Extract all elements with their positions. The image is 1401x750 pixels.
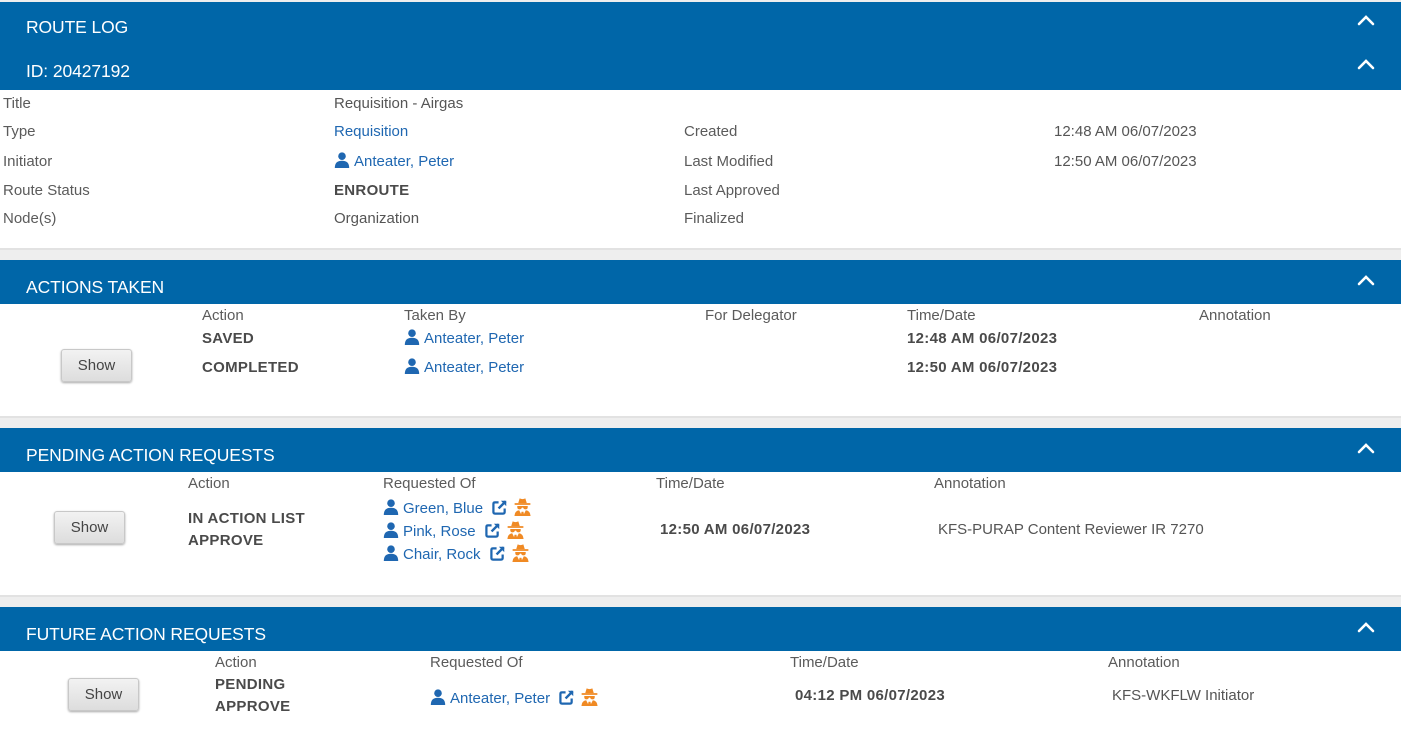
document-header: ID: 20427192: [0, 46, 1401, 90]
future-requests-panel: Show Action Requested Of Time/Date Annot…: [0, 651, 1401, 750]
taken-by-name: Anteater, Peter: [424, 330, 525, 347]
column-header: Action: [215, 654, 257, 671]
nodes-label: Node(s): [3, 210, 57, 227]
pending-requests-panel: Show Action Requested Of Time/Date Annot…: [0, 472, 1401, 597]
requested-of-link[interactable]: Pink, Rose: [403, 523, 476, 540]
column-header: Annotation: [934, 475, 1006, 492]
spy-icon[interactable]: [580, 687, 599, 706]
pending-show-button[interactable]: Show: [54, 511, 125, 544]
person-icon: [334, 152, 350, 168]
requested-of-item: Chair, Rock: [383, 543, 530, 563]
pending-annotation: KFS-PURAP Content Reviewer IR 7270: [938, 521, 1204, 538]
route-status-value: ENROUTE: [334, 182, 410, 199]
created-value: 12:48 AM 06/07/2023: [1054, 123, 1197, 140]
title-label: Title: [3, 95, 31, 112]
column-header: Action: [188, 475, 230, 492]
column-header: Time/Date: [790, 654, 859, 671]
pending-action-type: APPROVE: [188, 532, 264, 549]
chevron-up-icon[interactable]: [1357, 14, 1375, 26]
column-header: Taken By: [404, 307, 466, 324]
requested-of-item: Anteater, Peter: [430, 687, 599, 707]
route-log-title: ROUTE LOG: [26, 17, 129, 37]
spy-icon[interactable]: [511, 543, 530, 562]
initiator-label: Initiator: [3, 153, 53, 170]
title-value: Requisition - Airgas: [334, 95, 464, 112]
requested-of-link[interactable]: Anteater, Peter: [450, 690, 550, 707]
column-header: Time/Date: [907, 307, 976, 324]
future-action-status: PENDING: [215, 676, 286, 693]
column-header: Action: [202, 307, 244, 324]
pending-action-status: IN ACTION LIST: [188, 510, 305, 527]
external-link-icon[interactable]: [492, 500, 507, 515]
spy-icon[interactable]: [513, 497, 532, 516]
pending-requests-title: PENDING ACTION REQUESTS: [26, 445, 275, 465]
chevron-up-icon[interactable]: [1357, 274, 1375, 286]
nodes-value: Organization: [334, 210, 420, 227]
taken-by-link[interactable]: Anteater, Peter: [404, 358, 524, 376]
future-annotation: KFS-WKFLW Initiator: [1112, 687, 1255, 704]
person-icon: [383, 499, 399, 515]
column-header: Time/Date: [656, 475, 725, 492]
last-modified-value: 12:50 AM 06/07/2023: [1054, 153, 1197, 170]
external-link-icon[interactable]: [559, 690, 574, 705]
person-icon: [404, 329, 420, 345]
requested-of-item: Pink, Rose: [383, 520, 525, 540]
chevron-up-icon[interactable]: [1357, 58, 1375, 70]
future-requests-title: FUTURE ACTION REQUESTS: [26, 624, 266, 644]
pending-time: 12:50 AM 06/07/2023: [660, 521, 811, 538]
external-link-icon[interactable]: [490, 546, 505, 561]
actions-taken-header: ACTIONS TAKEN: [0, 260, 1401, 304]
table-row-time: 12:50 AM 06/07/2023: [907, 359, 1058, 376]
person-icon: [383, 522, 399, 538]
requested-of-link[interactable]: Green, Blue: [403, 500, 483, 517]
last-modified-label: Last Modified: [684, 153, 774, 170]
table-row-action: SAVED: [202, 330, 255, 347]
actions-taken-title: ACTIONS TAKEN: [26, 277, 165, 297]
last-approved-label: Last Approved: [684, 182, 780, 199]
type-label: Type: [3, 123, 36, 140]
pending-requests-header: PENDING ACTION REQUESTS: [0, 428, 1401, 472]
document-id-title: ID: 20427192: [26, 61, 130, 81]
actions-taken-panel: Show Action Taken By For Delegator Time/…: [0, 304, 1401, 418]
initiator-name: Anteater, Peter: [354, 153, 455, 170]
column-header: For Delegator: [705, 307, 797, 324]
type-link[interactable]: Requisition: [334, 123, 408, 140]
chevron-up-icon[interactable]: [1357, 442, 1375, 454]
column-header: Requested Of: [430, 654, 523, 671]
finalized-label: Finalized: [684, 210, 745, 227]
route-log-header: ROUTE LOG: [0, 2, 1401, 46]
column-header: Requested Of: [383, 475, 476, 492]
spy-icon[interactable]: [506, 520, 525, 539]
document-info-panel: Title Requisition - Airgas Type Requisit…: [0, 90, 1401, 250]
created-label: Created: [684, 123, 738, 140]
actions-taken-show-button[interactable]: Show: [61, 349, 132, 382]
person-icon: [404, 358, 420, 374]
table-row-time: 12:48 AM 06/07/2023: [907, 330, 1058, 347]
taken-by-name: Anteater, Peter: [424, 359, 525, 376]
future-show-button[interactable]: Show: [68, 678, 139, 711]
column-header: Annotation: [1199, 307, 1271, 324]
requested-of-item: Green, Blue: [383, 497, 532, 517]
person-icon: [430, 689, 446, 705]
route-status-label: Route Status: [3, 182, 90, 199]
requested-of-link[interactable]: Chair, Rock: [403, 546, 481, 563]
external-link-icon[interactable]: [485, 523, 500, 538]
column-header: Annotation: [1108, 654, 1180, 671]
future-time: 04:12 PM 06/07/2023: [795, 687, 945, 704]
person-icon: [383, 545, 399, 561]
chevron-up-icon[interactable]: [1357, 621, 1375, 633]
future-action-type: APPROVE: [215, 698, 291, 715]
taken-by-link[interactable]: Anteater, Peter: [404, 329, 524, 347]
initiator-link[interactable]: Anteater, Peter: [334, 152, 454, 170]
table-row-action: COMPLETED: [202, 359, 299, 376]
future-requests-header: FUTURE ACTION REQUESTS: [0, 607, 1401, 651]
